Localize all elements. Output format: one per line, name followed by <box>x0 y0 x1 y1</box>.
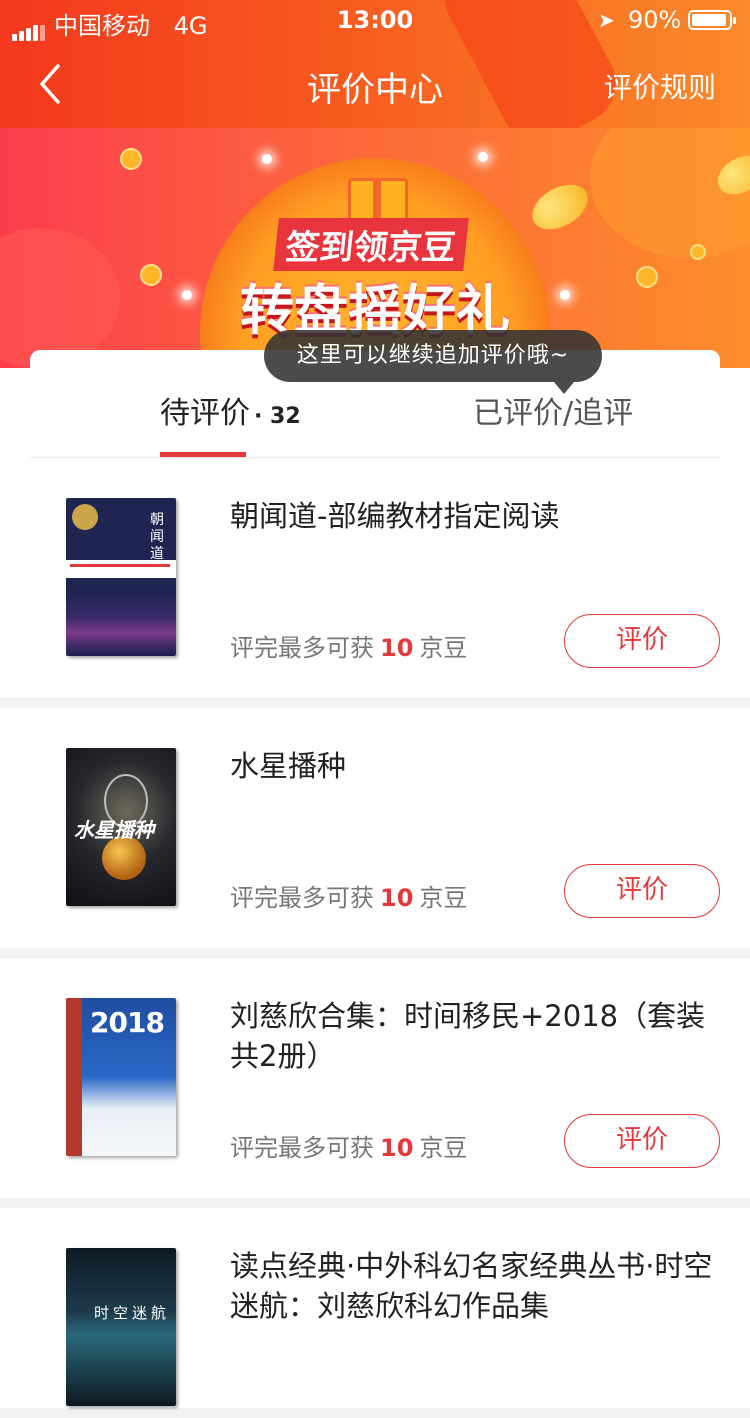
jingdou-bean-icon <box>524 175 596 239</box>
banner-headline: 签到领京豆 <box>273 218 469 271</box>
list-item[interactable]: 水星播种 水星播种 评完最多可获 10 京豆 评价 <box>0 708 750 948</box>
item-title: 朝闻道-部编教材指定阅读 <box>230 499 560 533</box>
cover-title: 时空迷航 <box>94 1304 171 1322</box>
reward-amount: 10 <box>380 634 414 662</box>
coin-icon <box>690 244 706 260</box>
reward-info: 评完最多可获 10 京豆 <box>230 634 468 662</box>
coin-icon <box>120 148 142 170</box>
tab-pending-label: 待评价 <box>160 396 250 431</box>
cover-title: 朝闻道 <box>150 512 164 562</box>
review-button[interactable]: 评价 <box>564 1114 720 1168</box>
list-item[interactable]: 朝闻道 朝闻道-部编教材指定阅读 评完最多可获 10 京豆 评价 <box>0 458 750 698</box>
battery-percent: 90% <box>628 6 682 34</box>
reward-info: 评完最多可获 10 京豆 <box>230 884 468 912</box>
review-button[interactable]: 评价 <box>564 614 720 668</box>
list-item[interactable]: 2018 刘慈欣合集：时间移民+2018（套装共2册） 评完最多可获 10 京豆 评… <box>0 958 750 1198</box>
tab-pending-review[interactable]: 待评价 · 32 <box>160 388 301 432</box>
list-item[interactable]: 时空迷航 读点经典·中外科幻名家经典丛书·时空迷航：刘慈欣科幻作品集 <box>0 1208 750 1408</box>
book-cover-image: 水星播种 <box>66 748 176 906</box>
reward-info: 评完最多可获 10 京豆 <box>230 1134 468 1162</box>
item-title: 读点经典·中外科幻名家经典丛书·时空迷航：刘慈欣科幻作品集 <box>230 1249 713 1323</box>
review-button[interactable]: 评价 <box>564 864 720 918</box>
cover-title: 2018 <box>90 1006 165 1039</box>
item-title: 水星播种 <box>230 749 347 783</box>
tab-reviewed[interactable]: 已评价/追评 <box>473 388 633 432</box>
tooltip-hint: 这里可以继续追加评价哦~ <box>264 330 602 394</box>
book-cover-image: 朝闻道 <box>66 498 176 656</box>
book-cover-image: 2018 <box>66 998 176 1156</box>
reward-amount: 10 <box>380 1134 414 1162</box>
item-title: 刘慈欣合集：时间移民+2018（套装共2册） <box>230 999 706 1073</box>
book-cover-image: 时空迷航 <box>66 1248 176 1406</box>
header: 中国移动 4G 13:00 ➤ 90% 评价中心 评价规则 <box>0 0 750 128</box>
cover-title: 水星播种 <box>74 818 154 842</box>
status-bar: 中国移动 4G 13:00 ➤ 90% <box>0 0 750 41</box>
reward-amount: 10 <box>380 884 414 912</box>
review-rules-link[interactable]: 评价规则 <box>604 66 716 106</box>
location-icon: ➤ <box>598 8 615 32</box>
pending-review-list: 朝闻道 朝闻道-部编教材指定阅读 评完最多可获 10 京豆 评价 水星播种 水星播种… <box>0 458 750 1418</box>
battery-icon <box>688 10 736 30</box>
pending-count: · 32 <box>254 404 301 429</box>
